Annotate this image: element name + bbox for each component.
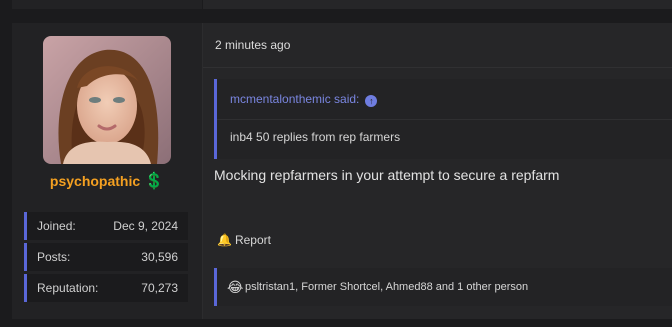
arrow-up-icon[interactable]: ↑ <box>365 95 378 107</box>
stat-label: Posts: <box>37 250 71 264</box>
quote-author-text[interactable]: mcmentalonthemic said: <box>230 92 359 106</box>
post-author-panel: psychopathic 💲 Joined: Dec 9, 2024 Posts:… <box>12 23 203 319</box>
stat-reputation: Reputation: 70,273 <box>24 274 188 302</box>
post-content-panel: 2 minutes ago mcmentalonthemic said: ↑ in… <box>203 23 672 319</box>
previous-post-left-edge <box>12 0 202 9</box>
money-bag-icon: 💲 <box>144 173 165 190</box>
stat-label: Joined: <box>37 219 76 233</box>
reactions-text[interactable]: psltristan1, Former Shortcel, Ahmed88 an… <box>245 281 528 293</box>
quote-author-link[interactable]: mcmentalonthemic said: ↑ <box>230 92 378 107</box>
stat-posts: Posts: 30,596 <box>24 243 188 271</box>
reactions-bar[interactable]: 😂 psltristan1, Former Shortcel, Ahmed88 … <box>214 268 672 306</box>
report-button[interactable]: 🔔 Report <box>217 233 271 247</box>
avatar[interactable] <box>43 36 171 164</box>
stat-value: 30,596 <box>141 250 178 264</box>
username-text[interactable]: psychopathic <box>50 173 140 189</box>
post-timestamp[interactable]: 2 minutes ago <box>215 38 290 52</box>
stat-value: 70,273 <box>141 281 178 295</box>
avatar-image <box>43 36 171 164</box>
previous-post-edge <box>0 0 672 16</box>
username[interactable]: psychopathic 💲 <box>12 171 202 191</box>
quote-body: inb4 50 replies from rep farmers <box>230 130 401 144</box>
stat-label: Reputation: <box>37 281 99 295</box>
quote-block: mcmentalonthemic said: ↑ inb4 50 replies … <box>214 79 672 159</box>
divider <box>217 119 672 120</box>
divider <box>203 67 672 68</box>
author-stats: Joined: Dec 9, 2024 Posts: 30,596 Reputa… <box>24 212 188 305</box>
post-message: Mocking repfarmers in your attempt to se… <box>214 167 560 183</box>
stat-value: Dec 9, 2024 <box>113 219 178 233</box>
report-label[interactable]: Report <box>235 233 271 247</box>
stat-joined: Joined: Dec 9, 2024 <box>24 212 188 240</box>
laughing-emoji-icon: 😂 <box>227 279 244 295</box>
bell-icon: 🔔 <box>217 233 232 247</box>
previous-post-right-edge <box>203 0 672 9</box>
forum-post: psychopathic 💲 Joined: Dec 9, 2024 Posts:… <box>12 23 672 319</box>
